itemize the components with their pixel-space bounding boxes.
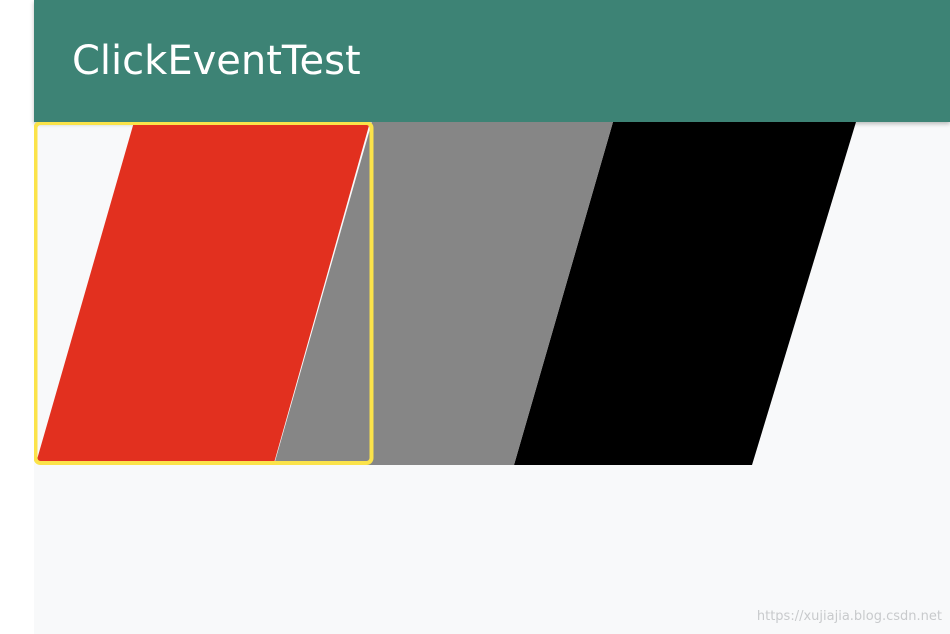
skewed-views-canvas <box>34 122 856 465</box>
watermark: https://xujiajia.blog.csdn.net <box>756 609 942 624</box>
app-title: ClickEventTest <box>72 38 361 84</box>
skewed-views-container <box>34 122 950 467</box>
device-screen: ClickEventTest https://xujiajia.blog.csd… <box>0 0 950 634</box>
